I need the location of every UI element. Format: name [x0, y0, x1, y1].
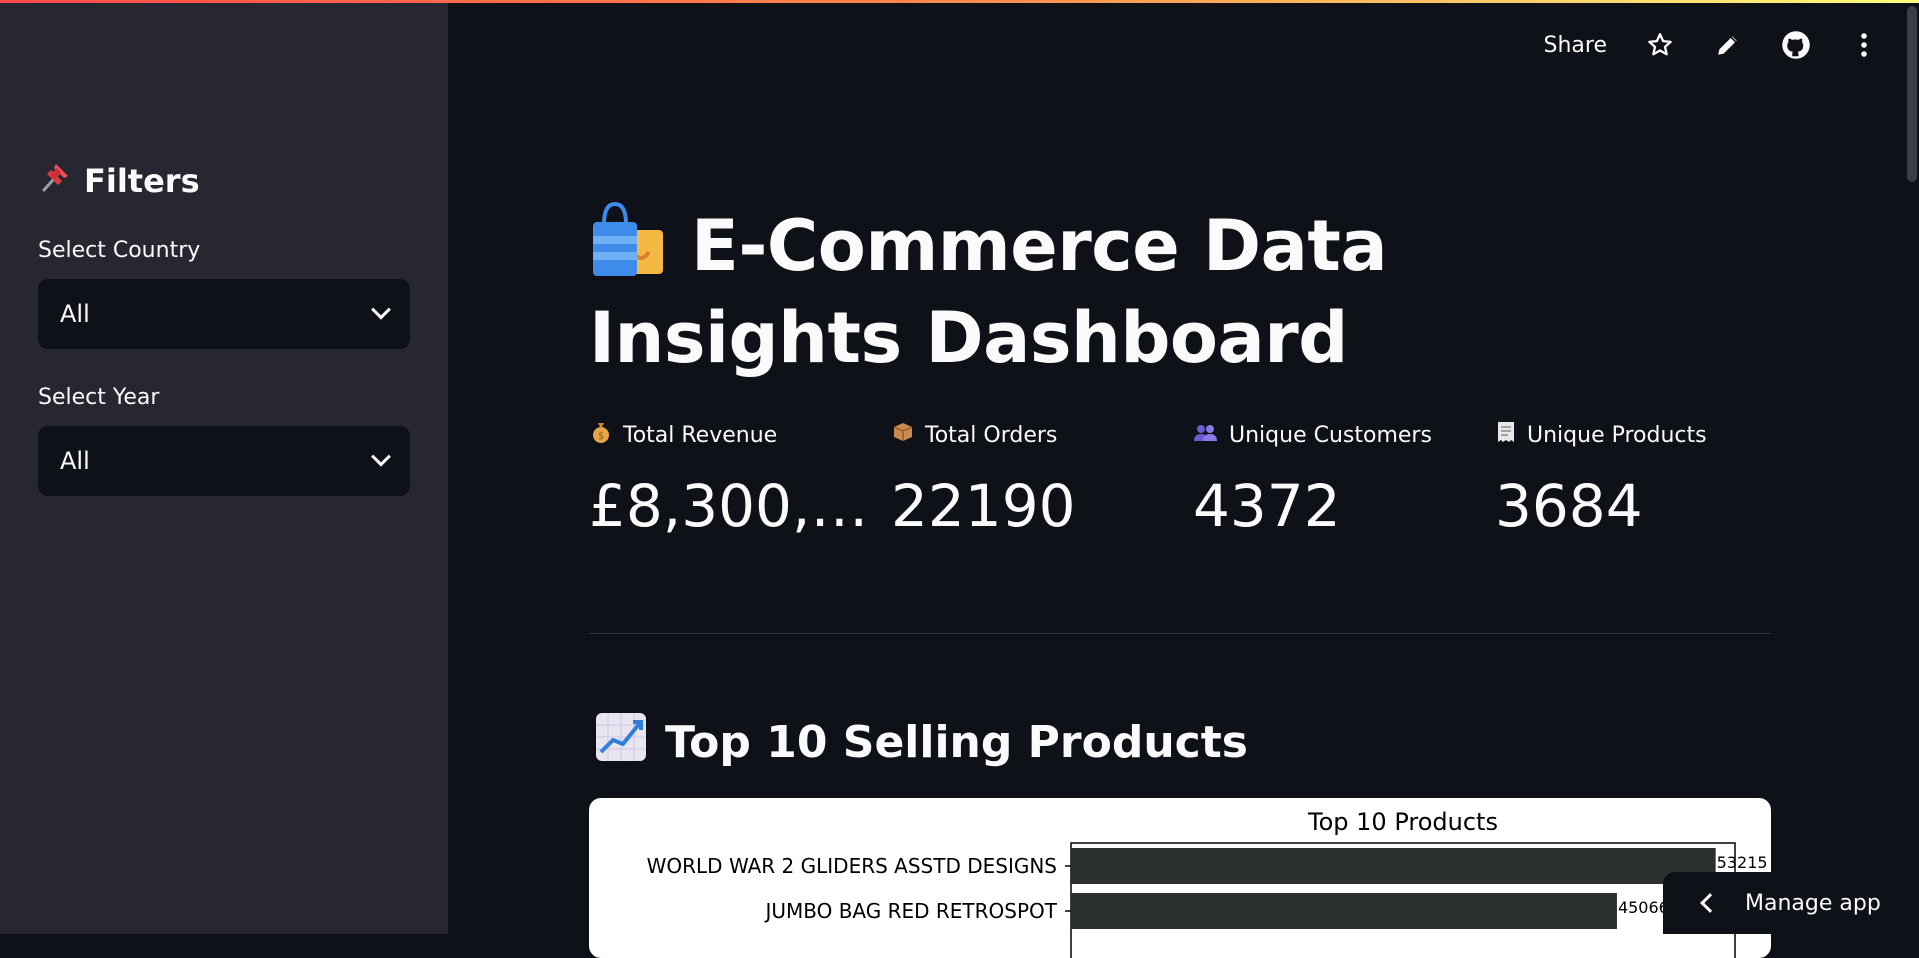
country-select[interactable]: All	[38, 279, 410, 349]
github-icon[interactable]	[1781, 30, 1811, 60]
metric-value: £8,300,…	[589, 472, 869, 540]
page-title-text: E-Commerce Data Insights Dashboard	[589, 205, 1388, 379]
shopping-bags-icon	[589, 200, 667, 280]
manage-app-button[interactable]: Manage app	[1663, 872, 1919, 934]
chart-bar	[1071, 848, 1716, 884]
chart-title: Top 10 Products	[1307, 808, 1498, 836]
header-actions: Share	[1544, 30, 1880, 60]
chart-category-label: JUMBO BAG RED RETROSPOT	[763, 899, 1057, 923]
pushpin-icon	[38, 160, 72, 202]
chevron-down-icon	[371, 299, 391, 320]
metric-unique-products: Unique Products 3684	[1495, 420, 1775, 540]
sidebar-title-text: Filters	[84, 162, 200, 200]
top-products-chart: Top 10 Products WORLD WAR 2 GLIDERS ASSTD…	[647, 808, 1768, 958]
metric-value: 3684	[1495, 472, 1643, 540]
metric-value: 4372	[1193, 472, 1341, 540]
metric-total-revenue: $ Total Revenue £8,300,…	[589, 420, 869, 541]
metric-label: Total Orders	[925, 422, 1058, 448]
pencil-icon[interactable]	[1713, 30, 1743, 60]
section-title-text: Top 10 Selling Products	[665, 717, 1248, 768]
chart-card: Top 10 Products WORLD WAR 2 GLIDERS ASSTD…	[589, 798, 1771, 958]
kebab-menu-icon[interactable]	[1849, 30, 1879, 60]
section-title: Top 10 Selling Products	[595, 712, 1248, 773]
manage-app-label: Manage app	[1745, 890, 1881, 916]
divider	[589, 633, 1771, 634]
share-button[interactable]: Share	[1544, 33, 1608, 58]
year-select[interactable]: All	[38, 426, 410, 496]
sidebar: Filters Select Country All Select Year A…	[0, 0, 448, 934]
country-select-value: All	[60, 300, 90, 328]
metric-total-orders: Total Orders 22190	[891, 420, 1171, 541]
metric-label: Total Revenue	[623, 422, 778, 448]
scrollbar[interactable]	[1907, 6, 1917, 182]
chart-value-label: 45066	[1618, 898, 1669, 917]
chart-category-label: WORLD WAR 2 GLIDERS ASSTD DESIGNS	[647, 854, 1057, 878]
decoration-gradient-bar	[0, 0, 1919, 3]
money-bag-icon: $	[589, 420, 613, 450]
receipt-icon	[1495, 420, 1517, 450]
metric-unique-customers: Unique Customers 4372	[1193, 420, 1473, 541]
metric-label: Unique Customers	[1229, 422, 1432, 448]
package-icon	[891, 420, 915, 450]
chevron-left-icon	[1700, 893, 1720, 913]
country-label: Select Country	[38, 238, 201, 263]
metric-value: 22190	[891, 472, 1076, 540]
sidebar-title: Filters	[38, 160, 200, 202]
chart-bar	[1071, 893, 1617, 929]
metric-label: Unique Products	[1527, 422, 1707, 448]
svg-text:$: $	[598, 431, 604, 442]
people-icon	[1193, 420, 1219, 450]
year-label: Select Year	[38, 385, 160, 410]
star-icon[interactable]	[1645, 30, 1675, 60]
chart-increasing-icon	[595, 712, 647, 773]
chevron-down-icon	[371, 446, 391, 467]
chart-value-label: 53215	[1717, 853, 1768, 872]
year-select-value: All	[60, 447, 90, 475]
page-title: E-Commerce Data Insights Dashboard	[589, 200, 1689, 384]
